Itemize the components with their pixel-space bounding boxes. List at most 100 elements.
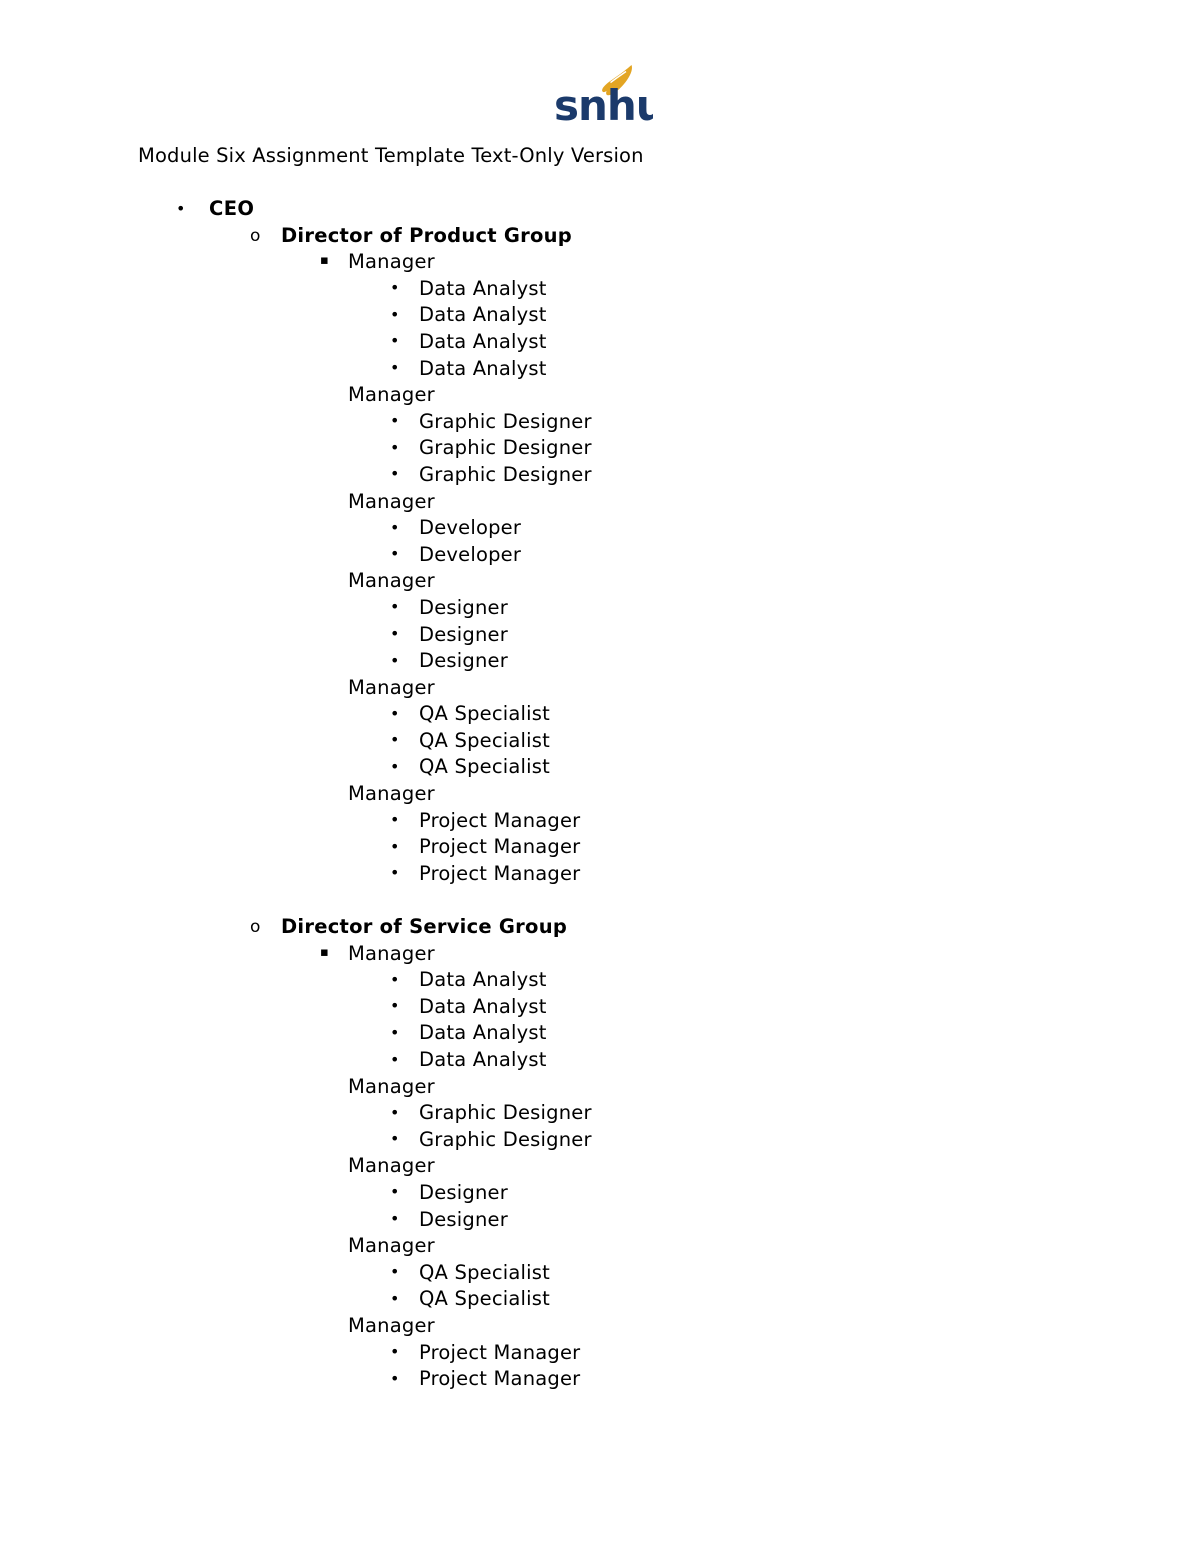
outline-item-level-4: • Designer — [0, 1180, 1200, 1207]
outline-item-label: Manager — [348, 250, 435, 274]
outline-item-level-3: Manager — [0, 675, 1200, 702]
list-bullet-icon: • — [390, 597, 400, 617]
outline-item-label: Project Manager — [419, 1340, 581, 1364]
outline-item-label: Data Analyst — [419, 968, 547, 992]
outline-item-label: Director of Product Group — [281, 223, 572, 247]
outline-item-label: Designer — [419, 649, 508, 673]
outline-item-label: Project Manager — [419, 808, 581, 832]
outline-item-label: Designer — [419, 1207, 508, 1231]
outline-item-label: Manager — [348, 1154, 435, 1178]
outline-item-level-4: • QA Specialist — [0, 728, 1200, 755]
outline-item-level-3: ▪ Manager — [0, 941, 1200, 968]
snhu-logo: snhu — [553, 62, 653, 132]
list-bullet-icon: • — [390, 1209, 400, 1229]
list-bullet-icon: o — [250, 225, 261, 246]
outline-item-label: Manager — [348, 1074, 435, 1098]
outline-item-level-4: • Data Analyst — [0, 356, 1200, 383]
outline-item-label: Manager — [348, 1313, 435, 1337]
outline-item-label: Manager — [348, 782, 435, 806]
outline-item-level-3: Manager — [0, 568, 1200, 595]
outline-item-label: Director of Service Group — [281, 915, 568, 939]
outline-item-label: Manager — [348, 383, 435, 407]
outline-item-level-4: • Designer — [0, 1207, 1200, 1234]
outline-item-label: Project Manager — [419, 1367, 581, 1391]
outline-item-label: Graphic Designer — [419, 1127, 592, 1151]
outline-item-level-4: • Data Analyst — [0, 302, 1200, 329]
outline-item-level-4: • QA Specialist — [0, 1286, 1200, 1313]
outline-item-level-4: • Project Manager — [0, 834, 1200, 861]
outline-item-level-4: • Project Manager — [0, 808, 1200, 835]
outline-item-label: Manager — [348, 489, 435, 513]
outline-item-level-4: • Project Manager — [0, 1366, 1200, 1393]
outline-item-label: Designer — [419, 622, 508, 646]
outline-item-level-4: • Data Analyst — [0, 967, 1200, 994]
list-bullet-icon: ▪ — [320, 253, 329, 269]
outline-item-label: Graphic Designer — [419, 409, 592, 433]
outline-item-level-4: • Data Analyst — [0, 276, 1200, 303]
outline-item-level-3: Manager — [0, 382, 1200, 409]
page-title: Module Six Assignment Template Text-Only… — [138, 144, 644, 167]
list-bullet-icon: • — [390, 863, 400, 883]
outline-item-level-3: Manager — [0, 1313, 1200, 1340]
outline-item-level-4: • Data Analyst — [0, 1020, 1200, 1047]
list-bullet-icon: • — [390, 730, 400, 750]
outline-item-level-4: • Data Analyst — [0, 994, 1200, 1021]
outline-item-label: QA Specialist — [419, 1260, 550, 1284]
outline-item-label: Data Analyst — [419, 356, 547, 380]
outline-item-level-4: • Graphic Designer — [0, 462, 1200, 489]
outline-item-level-3: Manager — [0, 489, 1200, 516]
outline-item-level-4: • Graphic Designer — [0, 1100, 1200, 1127]
list-bullet-icon: • — [390, 331, 400, 351]
outline-item-level-3: Manager — [0, 1074, 1200, 1101]
outline-item-label: Designer — [419, 1180, 508, 1204]
outline-item-label: QA Specialist — [419, 728, 550, 752]
list-bullet-icon: • — [390, 1129, 400, 1149]
outline-item-level-3: Manager — [0, 781, 1200, 808]
list-bullet-icon: • — [390, 304, 400, 324]
org-outline-list: • CEO o Director of Product Group ▪ Manager • D… — [0, 196, 1200, 1393]
outline-item-label: Developer — [419, 516, 522, 540]
list-bullet-icon: • — [390, 1262, 400, 1282]
outline-item-level-4: • Data Analyst — [0, 329, 1200, 356]
outline-item-label: Manager — [348, 941, 435, 965]
outline-item-label: Manager — [348, 675, 435, 699]
outline-item-label: Data Analyst — [419, 329, 547, 353]
outline-item-level-2: o Director of Product Group — [0, 223, 1200, 250]
list-bullet-icon: • — [390, 1182, 400, 1202]
outline-item-label: Data Analyst — [419, 303, 547, 327]
outline-item-label: Graphic Designer — [419, 1101, 592, 1125]
list-bullet-icon: • — [176, 198, 186, 218]
list-bullet-icon: • — [390, 650, 400, 670]
outline-item-level-4: • Designer — [0, 648, 1200, 675]
list-bullet-icon: • — [390, 1342, 400, 1362]
list-bullet-icon: • — [390, 1049, 400, 1069]
outline-item-level-4: • Graphic Designer — [0, 435, 1200, 462]
list-bullet-icon: • — [390, 624, 400, 643]
outline-item-label: Data Analyst — [419, 994, 547, 1018]
list-bullet-icon: • — [390, 437, 400, 457]
outline-item-level-4: • QA Specialist — [0, 701, 1200, 728]
list-bullet-icon: • — [390, 1368, 400, 1388]
document-page: snhu Module Six Assignment Template Text… — [0, 0, 1200, 1553]
outline-item-label: Designer — [419, 595, 508, 619]
outline-item-level-3: Manager — [0, 1233, 1200, 1260]
list-bullet-icon: • — [390, 1288, 400, 1308]
outline-item-level-4: • QA Specialist — [0, 1260, 1200, 1287]
outline-item-label: QA Specialist — [419, 702, 550, 726]
snhu-logo-icon: snhu — [554, 65, 653, 130]
list-bullet-icon: o — [250, 917, 261, 938]
outline-item-level-4: • Developer — [0, 515, 1200, 542]
outline-item-label: QA Specialist — [419, 1287, 550, 1311]
outline-item-level-4: • Designer — [0, 595, 1200, 622]
list-bullet-icon: • — [390, 969, 400, 989]
outline-item-label: Manager — [348, 569, 435, 593]
list-bullet-icon: • — [390, 1022, 400, 1042]
outline-item-level-4: • QA Specialist — [0, 754, 1200, 781]
outline-item-label: Developer — [419, 542, 522, 566]
outline-spacer — [0, 887, 1200, 914]
outline-item-level-4: • Project Manager — [0, 861, 1200, 888]
outline-item-label: Project Manager — [419, 835, 581, 859]
list-bullet-icon: • — [390, 810, 400, 830]
outline-item-level-4: • Project Manager — [0, 1340, 1200, 1367]
list-bullet-icon: • — [390, 517, 400, 537]
